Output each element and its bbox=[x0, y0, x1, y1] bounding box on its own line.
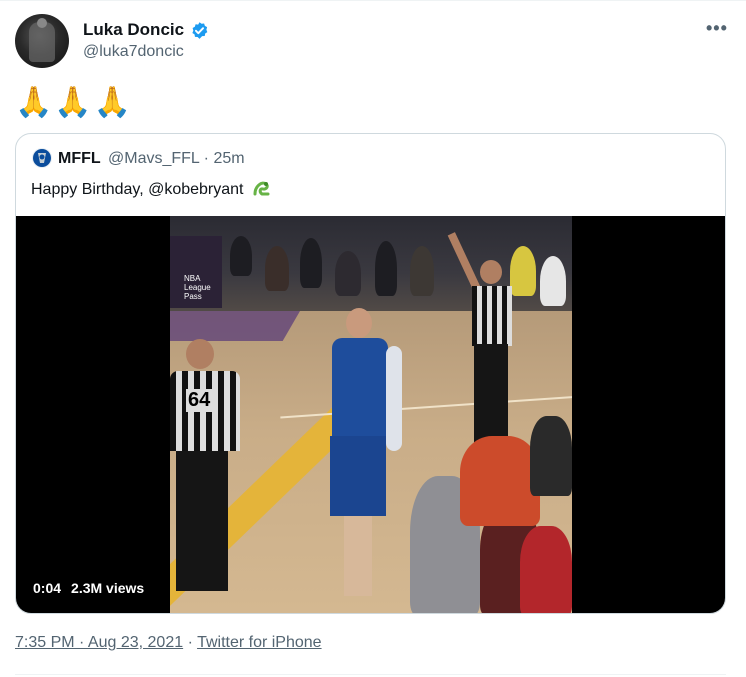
more-options-icon[interactable]: ••• bbox=[706, 18, 728, 39]
referee-number: 64 bbox=[186, 389, 213, 412]
quoted-author-name: MFFL bbox=[58, 150, 101, 167]
top-divider bbox=[0, 0, 746, 1]
video-views: 2.3M views bbox=[71, 580, 145, 596]
mavs-logo-icon bbox=[32, 148, 52, 168]
avatar-figure-head bbox=[37, 18, 47, 28]
author-handle[interactable]: @luka7doncic bbox=[83, 43, 184, 61]
league-pass-sign: NBA League Pass bbox=[170, 236, 222, 308]
video-duration: 0:04 bbox=[33, 580, 62, 596]
quoted-text: Happy Birthday, @kobebryant bbox=[31, 181, 244, 198]
courtside-fans bbox=[360, 416, 572, 613]
tweet-text: 🙏🙏🙏 bbox=[15, 86, 134, 119]
sign-text: NBA League Pass bbox=[184, 274, 211, 301]
author-avatar[interactable] bbox=[15, 14, 69, 68]
video-player[interactable]: NBA League Pass 64 0:04 2.3M views bbox=[16, 216, 725, 613]
quoted-text-row: Happy Birthday, @kobebryant bbox=[31, 178, 272, 199]
avatar-figure bbox=[29, 22, 55, 62]
video-meta: 0:04 2.3M views bbox=[33, 580, 144, 596]
quoted-tweet[interactable]: MFFL @Mavs_FFL · 25m Happy Birthday, @ko… bbox=[15, 133, 726, 614]
video-frame: NBA League Pass 64 bbox=[170, 216, 572, 613]
author-name[interactable]: Luka Doncic bbox=[83, 20, 184, 40]
referee-foreground: 64 bbox=[170, 339, 250, 591]
quoted-author-handle: @Mavs_FFL · 25m bbox=[108, 150, 245, 167]
verified-badge-icon bbox=[192, 22, 208, 39]
tweet-timestamp[interactable]: 7:35 PM · Aug 23, 2021 bbox=[15, 634, 183, 651]
tweet-source[interactable]: Twitter for iPhone bbox=[197, 634, 322, 651]
bottom-divider bbox=[15, 674, 726, 675]
snake-emoji-icon bbox=[253, 181, 270, 196]
tweet-footer: 7:35 PM · Aug 23, 2021 · Twitter for iPh… bbox=[15, 634, 322, 652]
footer-separator: · bbox=[183, 634, 198, 651]
